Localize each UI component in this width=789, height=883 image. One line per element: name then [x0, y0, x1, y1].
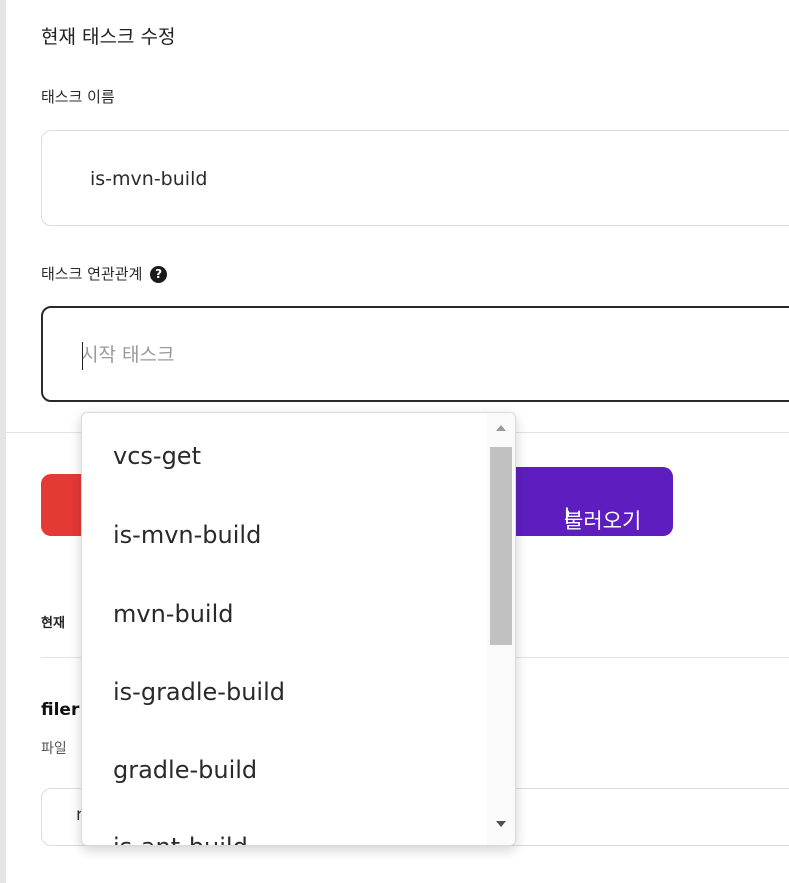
dropdown-option-vcs-get[interactable]: vcs-get [113, 442, 201, 470]
scroll-down-arrow-icon[interactable] [496, 821, 506, 827]
question-circle-icon[interactable]: ? [150, 266, 168, 283]
dropdown-option-is-gradle-build[interactable]: is-gradle-build [113, 678, 285, 706]
dropdown-scrollbar[interactable] [487, 413, 515, 845]
current-section-label: 현재 [41, 616, 65, 631]
dropdown-option-is-ant-build[interactable]: is-ant-build [113, 833, 248, 845]
task-relation-label: 태스크 연관관계 ? [41, 263, 168, 284]
start-task-input[interactable] [81, 338, 681, 372]
dropdown-option-is-mvn-build[interactable]: is-mvn-build [113, 521, 261, 549]
task-name-field[interactable]: is-mvn-build [41, 130, 789, 226]
section-title: 현재 태스크 수정 [41, 26, 176, 48]
scrollbar-thumb[interactable] [490, 447, 512, 645]
task-relation-field[interactable] [41, 306, 789, 402]
dropdown-option-gradle-build[interactable]: gradle-build [113, 756, 257, 784]
param-name: filer [41, 700, 80, 720]
param-description: 파일 [41, 741, 67, 757]
task-name-value: is-mvn-build [90, 168, 208, 190]
dropdown-option-mvn-build[interactable]: mvn-build [113, 600, 233, 628]
task-dropdown-list[interactable]: vcs-get is-mvn-build mvn-build is-gradle… [81, 412, 516, 846]
task-name-label: 태스크 이름 [41, 88, 115, 106]
scroll-up-arrow-icon[interactable] [496, 425, 506, 431]
text-cursor [82, 342, 83, 370]
load-button-label: 불러오기 [564, 509, 642, 533]
task-relation-label-text: 태스크 연관관계 [41, 265, 143, 283]
